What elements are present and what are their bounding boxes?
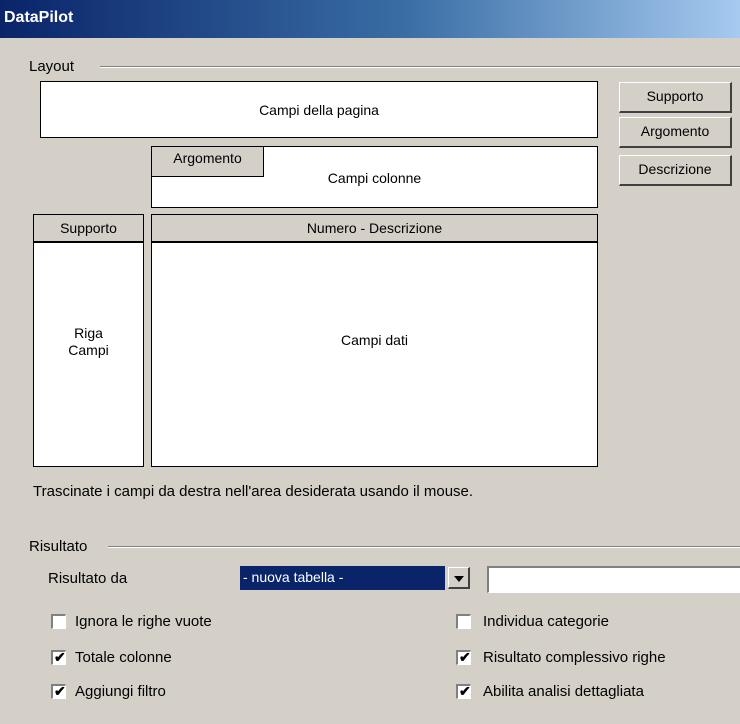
data-header[interactable]: Numero - Descrizione: [151, 214, 598, 242]
page-fields-label: Campi della pagina: [259, 102, 379, 118]
output-select[interactable]: - nuova tabella -: [240, 566, 445, 590]
ignore-empty-rows-checkbox[interactable]: ✔: [51, 614, 66, 629]
add-filter-label: Aggiungi filtro: [75, 683, 166, 700]
total-rows-label: Risultato complessivo righe: [483, 649, 666, 666]
identify-categories-label: Individua categorie: [483, 613, 609, 630]
page-fields-area[interactable]: Campi della pagina: [40, 81, 598, 138]
result-group-label: Risultato: [27, 538, 93, 555]
total-columns-label: Totale colonne: [75, 649, 172, 666]
drill-down-checkbox[interactable]: ✔: [456, 683, 471, 699]
identify-categories-checkbox[interactable]: ✔: [456, 614, 471, 629]
total-rows-checkbox[interactable]: ✔: [456, 649, 471, 665]
drag-hint: Trascinate i campi da destra nell'area d…: [33, 483, 474, 500]
output-label: Risultato da: [48, 570, 128, 587]
layout-group-line: [100, 66, 740, 68]
data-fields-label: Campi dati: [341, 332, 408, 348]
field-button-argomento[interactable]: Argomento: [619, 117, 732, 148]
layout-group-label: Layout: [27, 58, 80, 75]
row-fields-label-2: Campi: [68, 342, 109, 358]
column-field-argomento[interactable]: Argomento: [151, 146, 264, 177]
drill-down-label: Abilita analisi dettagliata: [483, 683, 644, 700]
field-button-supporto[interactable]: Supporto: [619, 82, 732, 113]
row-fields-label-1: Riga: [74, 325, 103, 341]
row-fields-area[interactable]: Riga Campi: [33, 242, 144, 467]
ignore-empty-rows-label: Ignora le righe vuote: [75, 613, 212, 630]
result-group-line: [108, 546, 740, 548]
data-fields-area[interactable]: Campi dati: [151, 242, 598, 467]
total-columns-checkbox[interactable]: ✔: [51, 649, 66, 665]
add-filter-checkbox[interactable]: ✔: [51, 683, 66, 699]
output-select-arrow[interactable]: [448, 567, 470, 589]
row-header-supporto[interactable]: Supporto: [33, 214, 144, 242]
field-button-descrizione[interactable]: Descrizione: [619, 155, 732, 186]
title-bar: [0, 0, 740, 38]
output-textfield[interactable]: [487, 566, 740, 593]
window-title: DataPilot: [4, 9, 74, 26]
